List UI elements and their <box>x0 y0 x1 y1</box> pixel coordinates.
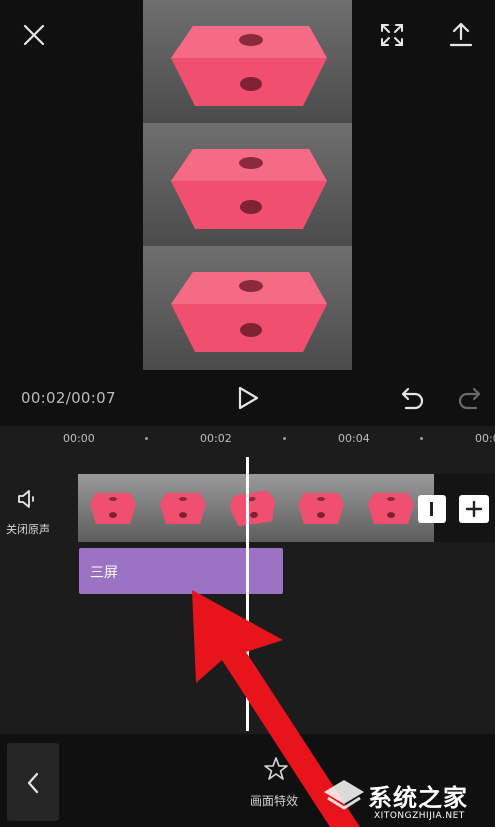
watermark: 系统之家 XITONGZHIJIA.NET <box>318 772 495 827</box>
watermark-url: XITONGZHIJIA.NET <box>374 811 465 821</box>
watermark-title: 系统之家 <box>368 784 468 812</box>
annotation-arrow <box>192 590 360 827</box>
watermark-logo-icon <box>324 780 364 810</box>
